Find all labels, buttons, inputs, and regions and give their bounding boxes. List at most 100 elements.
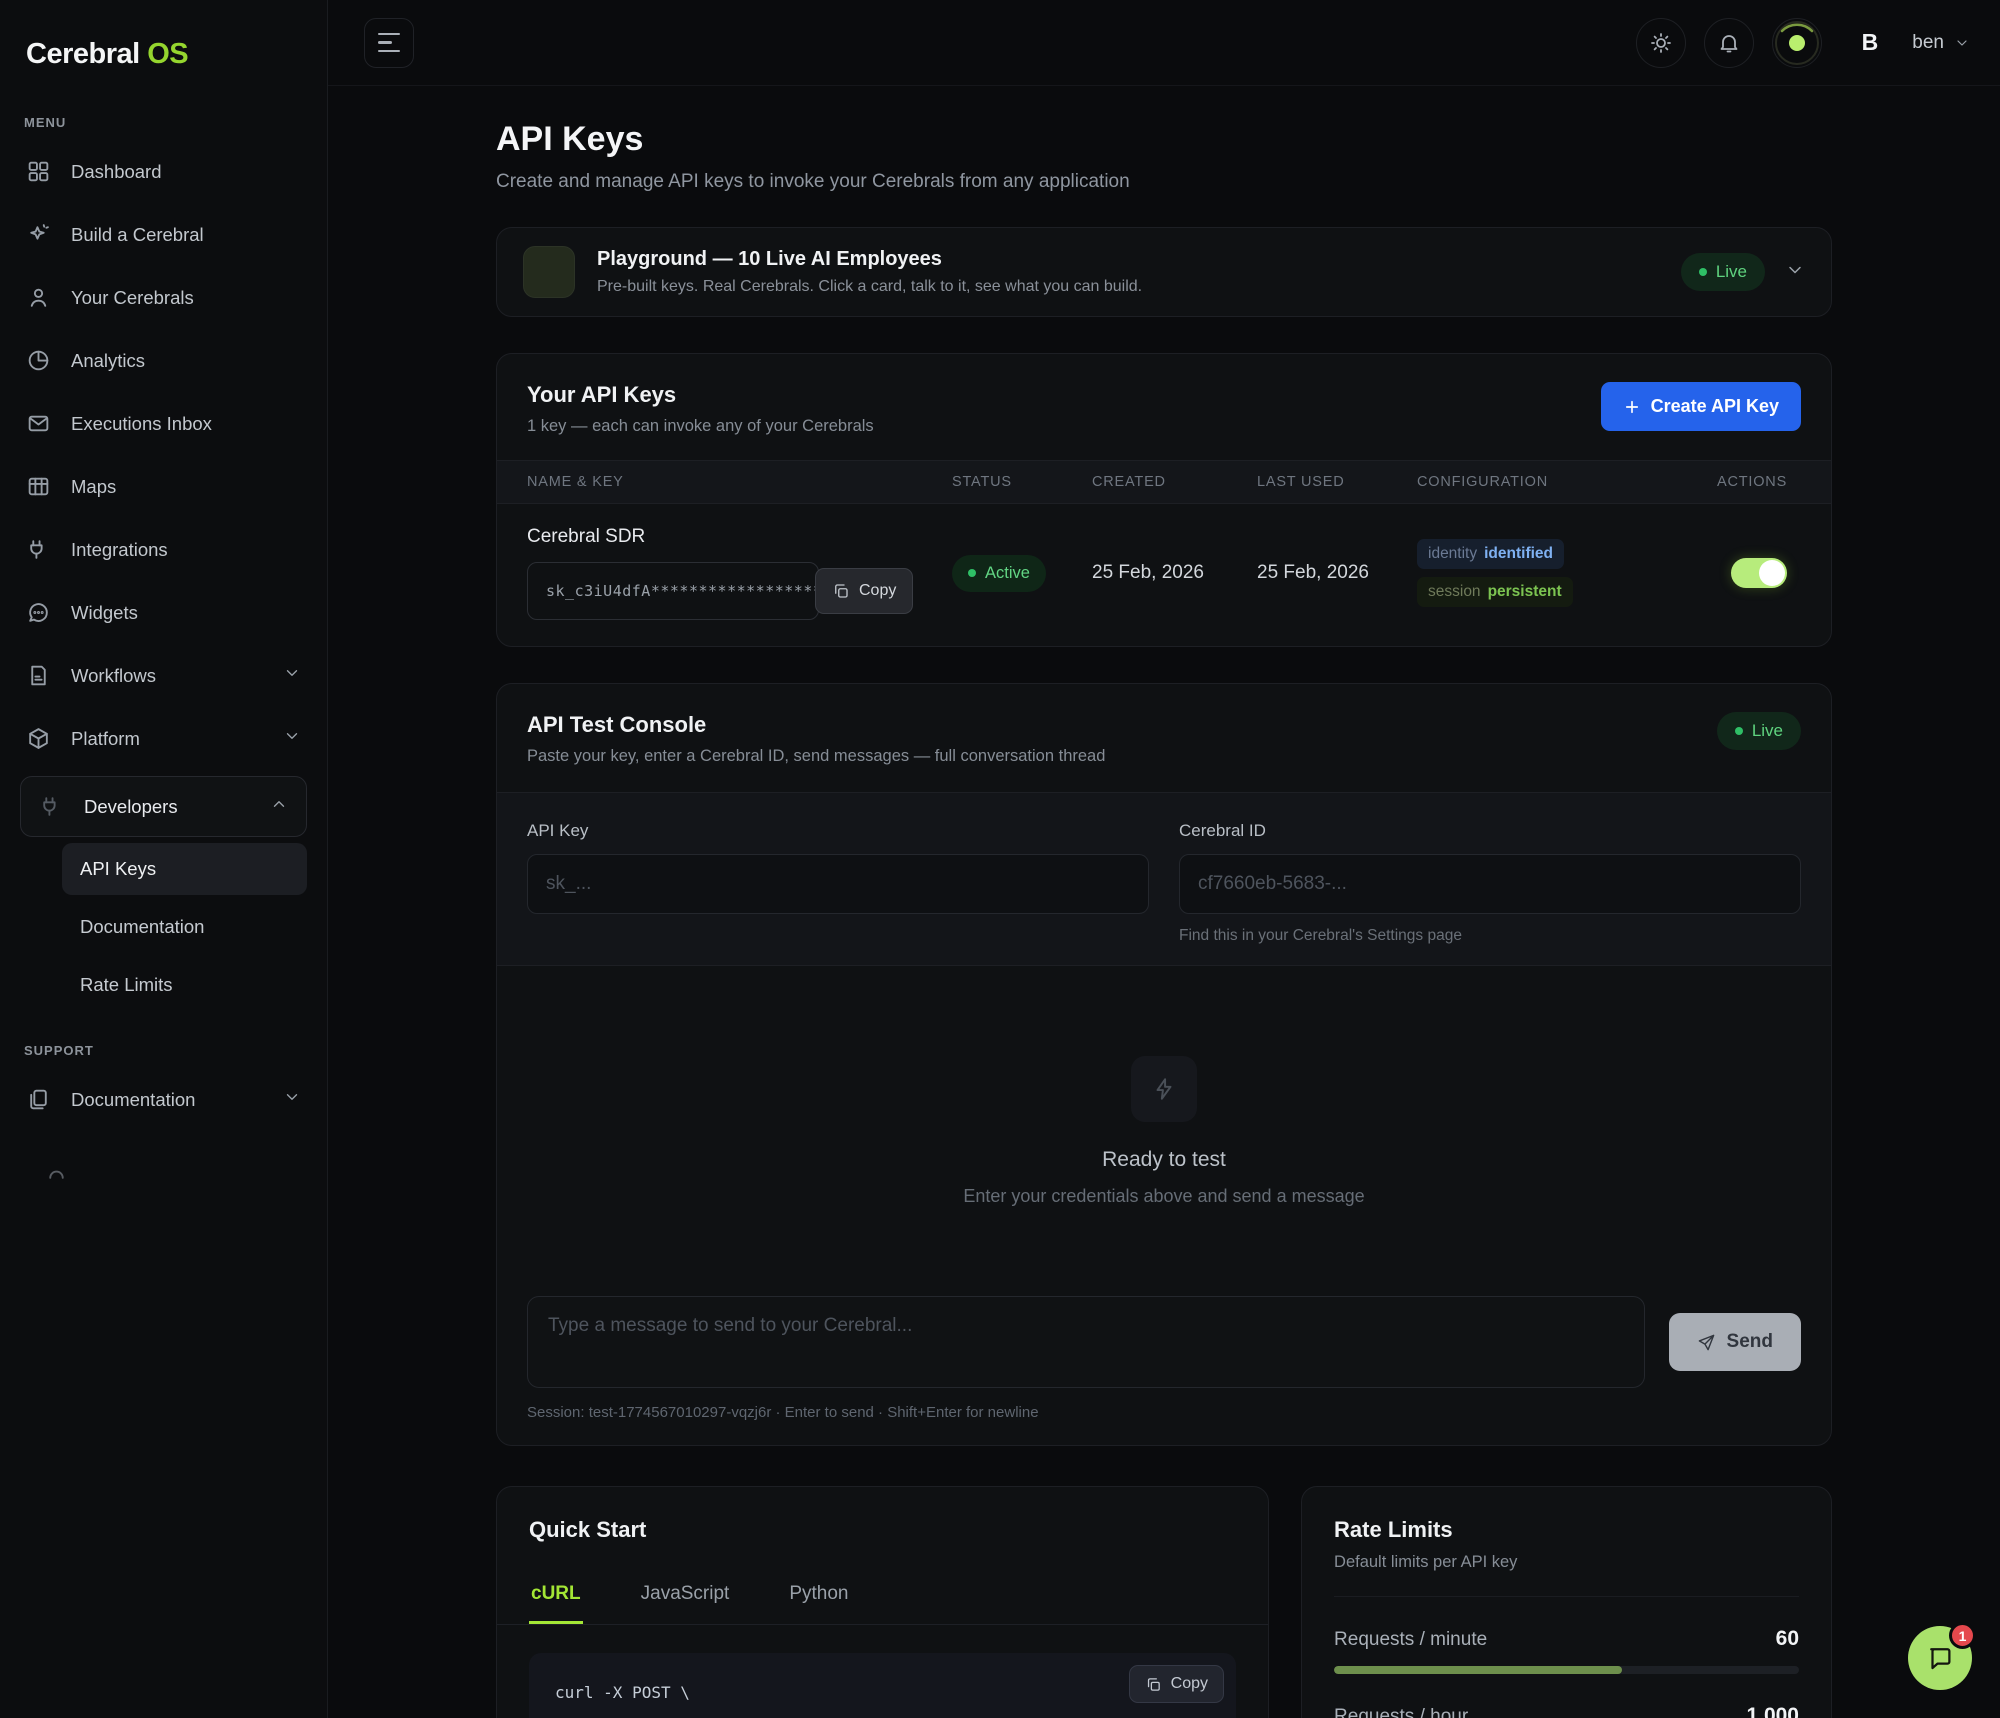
chat-fab-button[interactable]: 1 xyxy=(1908,1626,1972,1690)
column-header: CONFIGURATION xyxy=(1417,474,1717,490)
theme-toggle-button[interactable] xyxy=(1636,18,1686,68)
sidebar-item-executions-inbox[interactable]: Executions Inbox xyxy=(0,392,327,455)
copy-code-button[interactable]: Copy xyxy=(1129,1665,1224,1703)
last-used-date: 25 Feb, 2026 xyxy=(1257,562,1417,584)
chevron-down-icon xyxy=(283,664,301,687)
api-keys-card: Your API Keys 1 key — each can invoke an… xyxy=(496,353,1832,647)
empty-state-title: Ready to test xyxy=(1102,1148,1226,1172)
code-block: Copy curl -X POST \ https://app.cerebral… xyxy=(529,1653,1236,1718)
sidebar-item-support-documentation[interactable]: Documentation xyxy=(0,1068,327,1131)
sidebar-item-label: Executions Inbox xyxy=(71,413,212,435)
cube-icon xyxy=(26,726,51,751)
sidebar-item-maps[interactable]: Maps xyxy=(0,455,327,518)
quick-start-card: Quick Start cURL JavaScript Python Copy … xyxy=(496,1486,1269,1718)
rate-limit-row: Requests / hour 1,000 xyxy=(1334,1704,1799,1718)
console-empty-state: Ready to test Enter your credentials abo… xyxy=(497,966,1831,1296)
sidebar-item-label: Platform xyxy=(71,728,140,750)
sidebar-item-developers[interactable]: Developers xyxy=(21,777,306,836)
bell-icon xyxy=(1717,31,1741,55)
sidebar-subitem-api-keys[interactable]: API Keys xyxy=(62,843,307,895)
sidebar-item-analytics[interactable]: Analytics xyxy=(0,329,327,392)
key-enabled-toggle[interactable] xyxy=(1731,558,1787,588)
chevron-down-icon xyxy=(1954,35,1970,51)
sidebar-item-widgets[interactable]: Widgets xyxy=(0,581,327,644)
chat-bubble-icon xyxy=(26,600,51,625)
created-date: 25 Feb, 2026 xyxy=(1092,562,1257,584)
sidebar-item-developers-container: Developers xyxy=(20,776,307,837)
cerebral-id-input[interactable] xyxy=(1179,854,1801,914)
column-header: CREATED xyxy=(1092,474,1257,490)
rate-limit-value: 60 xyxy=(1776,1627,1799,1651)
column-header: STATUS xyxy=(952,474,1092,490)
tab-python[interactable]: Python xyxy=(787,1569,850,1624)
tab-curl[interactable]: cURL xyxy=(529,1569,583,1624)
status-ring-icon xyxy=(1773,19,1821,67)
menu-section-label: MENU xyxy=(0,101,327,140)
api-keys-title: Your API Keys xyxy=(527,382,874,408)
sidebar-item-label: Build a Cerebral xyxy=(71,224,204,246)
rate-limits-subtitle: Default limits per API key xyxy=(1334,1553,1799,1597)
sidebar-item-integrations[interactable]: Integrations xyxy=(0,518,327,581)
sidebar-item-build-a-cerebral[interactable]: Build a Cerebral xyxy=(0,203,327,266)
user-menu[interactable]: ben xyxy=(1912,32,1970,54)
sidebar: Cerebral OS MENU Dashboard Build a Cereb… xyxy=(0,0,328,1718)
live-status-button[interactable] xyxy=(1772,18,1822,68)
envelope-icon xyxy=(26,411,51,436)
page-title: API Keys xyxy=(496,120,1832,159)
copy-key-button[interactable]: Copy xyxy=(815,568,913,614)
column-header: NAME & KEY xyxy=(527,474,952,490)
tab-javascript[interactable]: JavaScript xyxy=(639,1569,732,1624)
sidebar-item-label: Your Cerebrals xyxy=(71,287,194,309)
copy-icon xyxy=(1145,1676,1162,1693)
sidebar-item-workflows[interactable]: Workflows xyxy=(0,644,327,707)
sidebar-item-label: Integrations xyxy=(71,539,168,561)
active-dot-icon xyxy=(968,569,976,577)
user-avatar-initial: B xyxy=(1862,29,1879,56)
notifications-button[interactable] xyxy=(1704,18,1754,68)
rate-limit-value: 1,000 xyxy=(1746,1704,1799,1718)
send-button[interactable]: Send xyxy=(1669,1313,1801,1371)
lightning-bolt-icon xyxy=(1151,1076,1177,1102)
sidebar-item-label: Developers xyxy=(84,796,178,818)
chevron-down-icon[interactable] xyxy=(1785,260,1805,285)
code-snippet: curl -X POST \ https://app.cerebralos.co… xyxy=(555,1677,1210,1718)
create-api-key-button[interactable]: Create API Key xyxy=(1601,382,1801,431)
sidebar-item-label: Dashboard xyxy=(71,161,162,183)
playground-subtitle: Pre-built keys. Real Cerebrals. Click a … xyxy=(597,278,1142,296)
message-composer: Send xyxy=(497,1296,1831,1388)
session-tag: sessionpersistent xyxy=(1417,577,1573,607)
cerebral-id-hint: Find this in your Cerebral's Settings pa… xyxy=(1179,927,1801,945)
sparkle-star-icon xyxy=(26,222,51,247)
grid-icon xyxy=(26,159,51,184)
api-key-input[interactable] xyxy=(527,854,1149,914)
plus-icon xyxy=(1623,398,1641,416)
sidebar-item-platform[interactable]: Platform xyxy=(0,707,327,770)
sidebar-subitem-rate-limits[interactable]: Rate Limits xyxy=(62,959,307,1011)
sidebar-subitem-documentation[interactable]: Documentation xyxy=(62,901,307,953)
rate-limit-label: Requests / hour xyxy=(1334,1706,1468,1718)
playground-banner[interactable]: Playground — 10 Live AI Employees Pre-bu… xyxy=(496,227,1832,317)
status-badge: Active xyxy=(952,555,1046,592)
sidebar-item-label: Maps xyxy=(71,476,116,498)
pages-icon xyxy=(26,1087,51,1112)
support-section-label: SUPPORT xyxy=(0,1029,327,1068)
chat-notification-badge: 1 xyxy=(1949,1622,1976,1649)
session-info: Session: test-1774567010297-vqzj6r · Ent… xyxy=(497,1388,1831,1445)
message-input[interactable] xyxy=(527,1296,1645,1388)
brand-logo: Cerebral OS xyxy=(0,30,327,101)
credentials-form: API Key Cerebral ID Find this in your Ce… xyxy=(497,792,1831,966)
chat-bubble-icon xyxy=(1925,1643,1955,1673)
chevron-up-icon xyxy=(270,795,288,818)
rate-limits-title: Rate Limits xyxy=(1334,1517,1799,1543)
sidebar-collapse-button[interactable] xyxy=(364,18,414,68)
table-header-row: NAME & KEY STATUS CREATED LAST USED CONF… xyxy=(497,460,1831,504)
table-row: Cerebral SDR sk_c3iU4dfA****************… xyxy=(497,504,1831,646)
empty-state-subtitle: Enter your credentials above and send a … xyxy=(963,1186,1364,1207)
copy-icon xyxy=(832,582,850,600)
app-root: Cerebral OS MENU Dashboard Build a Cereb… xyxy=(0,0,2000,1718)
sidebar-item-label: Workflows xyxy=(71,665,156,687)
sidebar-item-dashboard[interactable]: Dashboard xyxy=(0,140,327,203)
sidebar-item-your-cerebrals[interactable]: Your Cerebrals xyxy=(0,266,327,329)
chevron-down-icon xyxy=(283,727,301,750)
playground-thumbnail xyxy=(523,246,575,298)
